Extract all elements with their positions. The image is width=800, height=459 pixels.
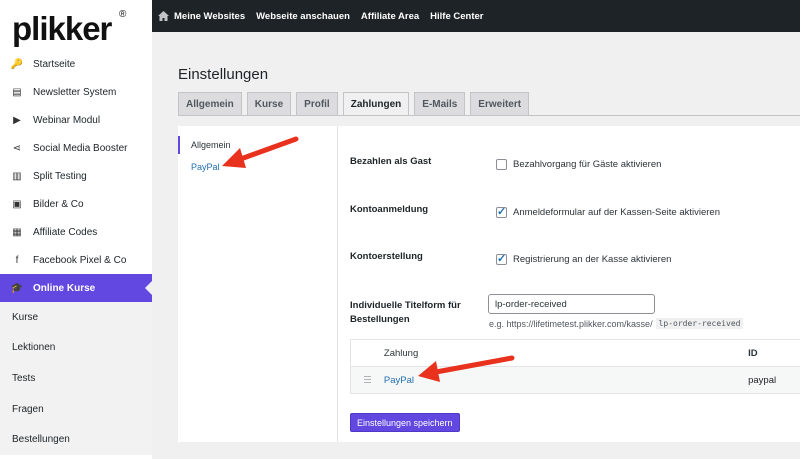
sidebar-item-facebook[interactable]: f Facebook Pixel & Co [0,246,152,274]
sidebar-item-webinar[interactable]: ▶ Webinar Modul [0,106,152,134]
tab-profil[interactable]: Profil [296,92,338,115]
tab-allgemein[interactable]: Allgemein [178,92,242,115]
home-icon [158,11,169,21]
logo-text: plikker [12,10,112,47]
payment-subnav: Allgemein PayPal [178,126,338,442]
youtube-icon: ▶ [13,114,21,126]
sidebar-item-label: Startseite [33,58,76,70]
sidebar-item-label: Webinar Modul [33,114,101,126]
subnav-allgemein[interactable]: Allgemein [178,136,337,154]
account-register-text: Registrierung an der Kasse aktivieren [513,254,672,265]
sidebar-item-label: Newsletter System [33,86,117,98]
header-id: ID [748,347,758,359]
sidebar-item-label: Facebook Pixel & Co [33,254,127,266]
hint-url: e.g. https://lifetimetest.plikker.com/ka… [489,318,653,329]
admin-sidebar: plikker ® 🔑 Startseite ▤ Newsletter System… [0,0,152,459]
sidebar-item-label: Split Testing [33,170,87,182]
tab-divider [178,115,800,116]
affiliate-icon: ▦ [12,226,22,238]
hint-code: lp-order-received [655,318,744,329]
title-form-label: Individuelle Titelform für Bestellungen [350,299,461,327]
guest-checkout-checkbox[interactable] [496,159,507,170]
plikker-logo[interactable]: plikker ® [0,0,152,50]
save-settings-button[interactable]: Einstellungen speichern [350,413,460,432]
image-icon: ▣ [12,198,22,210]
sidebar-submenu: Kurse Lektionen Tests Fragen Bestellunge… [0,302,152,455]
topbar-label: Meine Websites [174,10,246,22]
sidebar-item-newsletter[interactable]: ▤ Newsletter System [0,78,152,106]
gateway-paypal-link[interactable]: PayPal [384,375,748,386]
title-form-label-line1: Individuelle Titelform für [350,300,461,311]
topbar-my-sites[interactable]: Meine Websites [158,11,245,22]
split-icon: ▥ [12,170,22,182]
sidebar-item-startseite[interactable]: 🔑 Startseite [0,50,152,78]
guest-checkout-text: Bezahlvorgang für Gäste aktivieren [513,159,662,170]
account-register-option[interactable]: Registrierung an der Kasse aktivieren [496,252,672,265]
page-title: Einstellungen [178,66,269,83]
settings-tabs: Allgemein Kurse Profil Zahlungen E-Mails… [178,92,534,116]
table-row: ☰ PayPal paypal [351,367,800,393]
drag-handle-icon[interactable]: ☰ [351,375,384,386]
submenu-item-tests[interactable]: Tests [0,363,152,394]
sidebar-item-label: Bilder & Co [33,198,84,210]
guest-checkout-option[interactable]: Bezahlvorgang für Gäste aktivieren [496,159,661,170]
topbar-help-center[interactable]: Hilfe Center [430,11,483,22]
logo-registered-mark: ® [119,9,127,20]
account-login-text: Anmeldeformular auf der Kassen-Seite akt… [513,207,720,218]
submenu-item-kurse[interactable]: Kurse [0,302,152,333]
gateway-id: paypal [748,374,777,386]
submenu-item-bestellungen[interactable]: Bestellungen [0,424,152,455]
tab-erweitert[interactable]: Erweitert [470,92,530,115]
submenu-item-fragen[interactable]: Fragen [0,394,152,425]
title-form-label-line2: Bestellungen [350,314,410,325]
account-login-label: Kontoanmeldung [350,204,429,215]
tab-zahlungen[interactable]: Zahlungen [342,92,410,116]
sidebar-item-social[interactable]: ⋖ Social Media Booster [0,134,152,162]
graduation-cap-icon: 🎓 [10,282,24,294]
tab-emails[interactable]: E-Mails [414,92,466,115]
newsletter-icon: ▤ [12,86,22,98]
sidebar-item-label: Social Media Booster [33,142,128,154]
account-register-label: Kontoerstellung [350,251,423,262]
subnav-paypal[interactable]: PayPal [178,158,337,176]
admin-topbar: Meine Websites Webseite anschauen Affili… [152,0,800,32]
table-header: Zahlung ID [351,340,800,367]
facebook-icon: f [15,254,19,266]
sidebar-item-bilder[interactable]: ▣ Bilder & Co [0,190,152,218]
title-form-hint: e.g. https://lifetimetest.plikker.com/ka… [489,318,744,329]
header-zahlung: Zahlung [383,347,419,359]
payment-gateways-table: Zahlung ID ☰ PayPal paypal [350,339,800,394]
key-icon: 🔑 [10,58,24,70]
sidebar-item-affiliate[interactable]: ▦ Affiliate Codes [0,218,152,246]
account-login-checkbox[interactable] [496,205,507,218]
tab-kurse[interactable]: Kurse [246,92,292,115]
sidebar-item-label: Affiliate Codes [33,226,98,238]
guest-checkout-label: Bezahlen als Gast [350,156,432,167]
sidebar-menu: 🔑 Startseite ▤ Newsletter System ▶ Webinar … [0,50,152,302]
account-register-checkbox[interactable] [496,252,507,265]
topbar-view-site[interactable]: Webseite anschauen [256,11,350,22]
sidebar-item-online-kurse[interactable]: 🎓 Online Kurse [0,274,152,302]
sidebar-item-label: Online Kurse [33,282,96,294]
share-icon: ⋖ [12,142,22,154]
submenu-item-lektionen[interactable]: Lektionen [0,333,152,364]
sidebar-item-split[interactable]: ▥ Split Testing [0,162,152,190]
title-form-input[interactable]: lp-order-received [488,294,655,314]
account-login-option[interactable]: Anmeldeformular auf der Kassen-Seite akt… [496,205,720,218]
settings-panel: Allgemein PayPal Bezahlen als Gast Bezah… [178,126,800,442]
topbar-affiliate-area[interactable]: Affiliate Area [361,11,419,22]
